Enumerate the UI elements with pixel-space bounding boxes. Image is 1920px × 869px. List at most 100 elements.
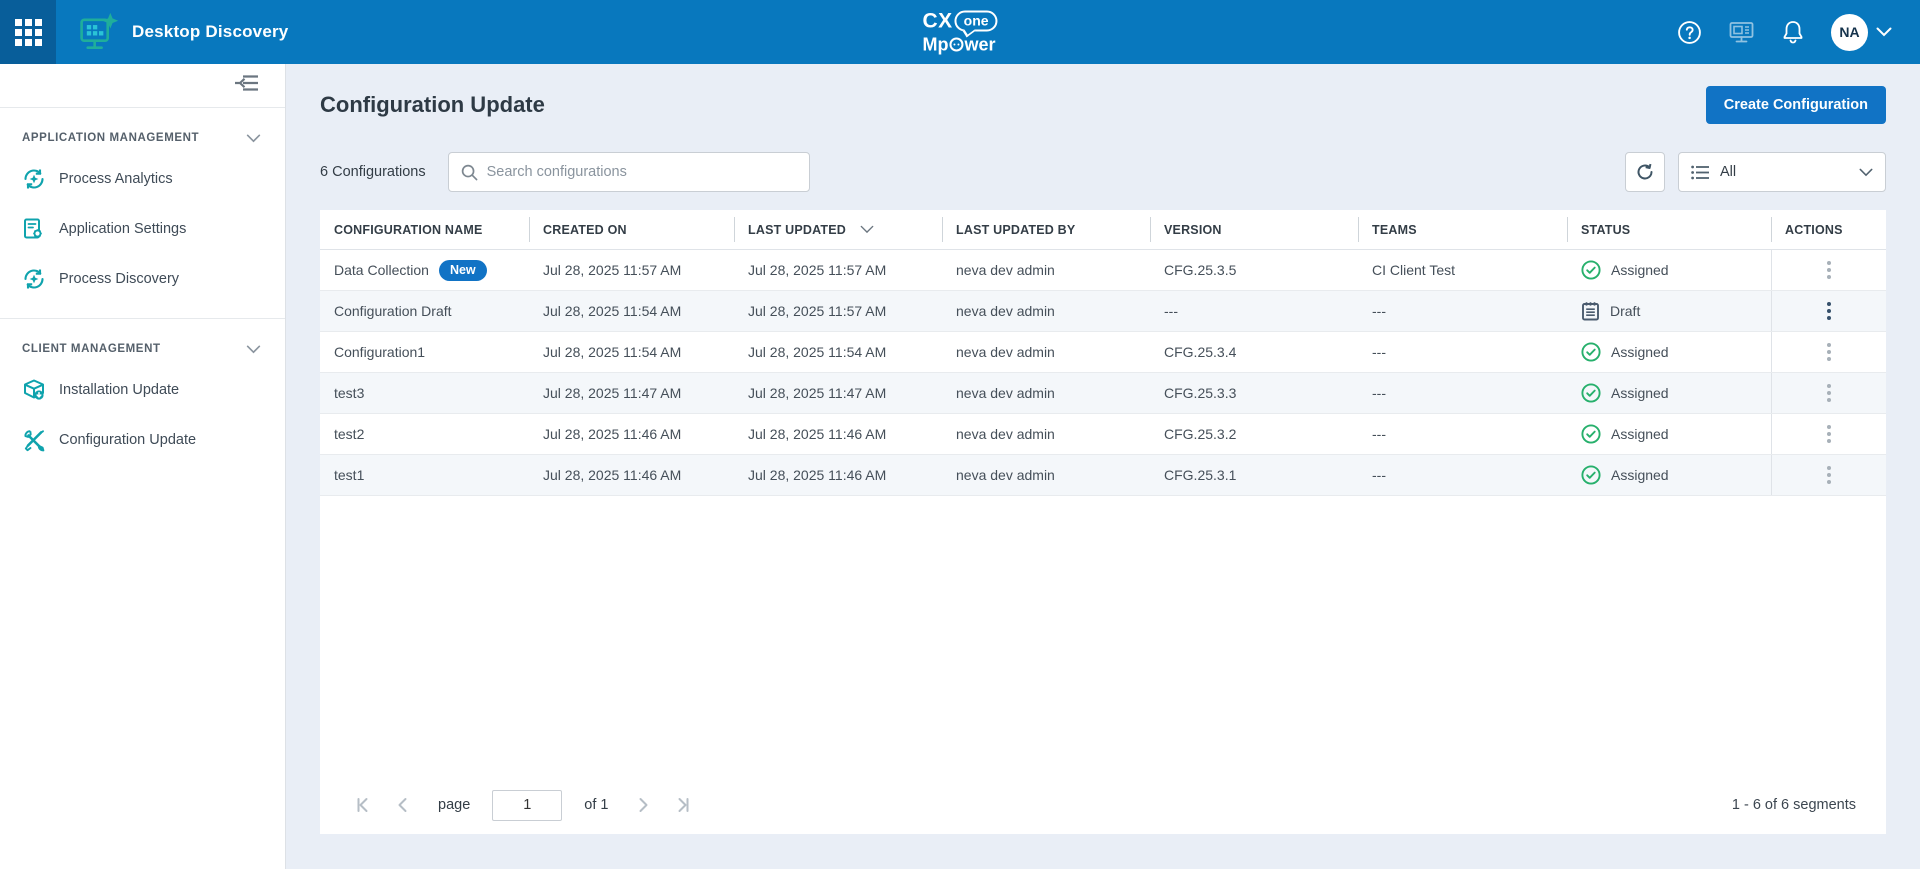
cell-teams: ---	[1358, 373, 1567, 413]
table-row[interactable]: test3 Jul 28, 2025 11:47 AM Jul 28, 2025…	[320, 373, 1886, 414]
cell-last-updated: Jul 28, 2025 11:54 AM	[734, 332, 942, 372]
sidebar-item-installation-update[interactable]: Installation Update	[0, 365, 285, 415]
page-label: page	[438, 797, 470, 813]
status-draft-icon	[1581, 301, 1600, 321]
section-label: APPLICATION MANAGEMENT	[22, 132, 199, 144]
app-launcher-button[interactable]	[0, 0, 56, 64]
section-client-management[interactable]: CLIENT MANAGEMENT	[0, 319, 285, 365]
cell-status: Assigned	[1567, 332, 1771, 372]
first-page-icon[interactable]	[350, 792, 376, 818]
row-actions-menu-icon[interactable]	[1817, 296, 1841, 326]
cell-teams: ---	[1358, 332, 1567, 372]
column-header-teams[interactable]: TEAMS	[1358, 210, 1567, 249]
table-row[interactable]: test2 Jul 28, 2025 11:46 AM Jul 28, 2025…	[320, 414, 1886, 455]
cxone-mpower-logo: CX one Mp wer	[922, 11, 997, 54]
cell-last-updated: Jul 28, 2025 11:57 AM	[734, 291, 942, 331]
main-content: Configuration Update Create Configuratio…	[286, 64, 1920, 869]
status-assigned-icon	[1581, 424, 1601, 444]
column-header-last-updated-by[interactable]: LAST UPDATED BY	[942, 210, 1150, 249]
cell-teams: ---	[1358, 414, 1567, 454]
results-range-label: 1 - 6 of 6 segments	[1732, 797, 1856, 813]
section-application-management[interactable]: APPLICATION MANAGEMENT	[0, 108, 285, 154]
row-actions-menu-icon[interactable]	[1817, 378, 1841, 408]
cell-last-updated-by: neva dev admin	[942, 414, 1150, 454]
cell-last-updated: Jul 28, 2025 11:47 AM	[734, 373, 942, 413]
column-header-version[interactable]: VERSION	[1150, 210, 1358, 249]
brand-robot-o-icon	[949, 38, 963, 52]
row-actions-menu-icon[interactable]	[1817, 255, 1841, 285]
avatar[interactable]: NA	[1831, 14, 1868, 51]
table-row[interactable]: Data Collection New Jul 28, 2025 11:57 A…	[320, 250, 1886, 291]
sidebar-item-label: Process Analytics	[59, 171, 173, 187]
waffle-icon	[15, 19, 42, 46]
app-title: Desktop Discovery	[132, 22, 288, 42]
brand-mp-text: Mp	[922, 36, 948, 54]
cell-actions	[1771, 250, 1886, 290]
create-configuration-button[interactable]: Create Configuration	[1706, 86, 1886, 124]
process-analytics-icon	[22, 167, 46, 191]
collapse-sidebar-icon[interactable]	[235, 74, 259, 97]
cell-last-updated-by: neva dev admin	[942, 250, 1150, 290]
cell-configuration-name: Data Collection New	[320, 250, 529, 290]
filter-selected-value: All	[1720, 164, 1736, 180]
row-actions-menu-icon[interactable]	[1817, 460, 1841, 490]
cell-actions	[1771, 414, 1886, 454]
sidebar-item-process-discovery[interactable]: Process Discovery	[0, 254, 285, 304]
table-row[interactable]: test1 Jul 28, 2025 11:46 AM Jul 28, 2025…	[320, 455, 1886, 496]
chevron-down-icon	[246, 345, 261, 354]
cell-last-updated-by: neva dev admin	[942, 332, 1150, 372]
filter-dropdown[interactable]: All	[1678, 152, 1886, 192]
column-header-configuration-name[interactable]: CONFIGURATION NAME	[320, 210, 529, 249]
refresh-button[interactable]	[1625, 152, 1665, 192]
column-header-status[interactable]: STATUS	[1567, 210, 1771, 249]
row-actions-menu-icon[interactable]	[1817, 419, 1841, 449]
help-icon[interactable]	[1677, 20, 1702, 45]
table-body: Data Collection New Jul 28, 2025 11:57 A…	[320, 250, 1886, 496]
cell-version: CFG.25.3.2	[1150, 414, 1358, 454]
cell-version: ---	[1150, 291, 1358, 331]
search-input[interactable]	[487, 164, 797, 180]
notifications-bell-icon[interactable]	[1781, 19, 1805, 45]
cell-configuration-name: test3	[320, 373, 529, 413]
sidebar: APPLICATION MANAGEMENT Process Analytics	[0, 64, 286, 869]
user-menu[interactable]: NA	[1831, 14, 1892, 51]
status-assigned-icon	[1581, 383, 1601, 403]
section-label: CLIENT MANAGEMENT	[22, 343, 161, 355]
installation-update-icon	[22, 378, 46, 402]
cell-actions	[1771, 455, 1886, 495]
table-row[interactable]: Configuration Draft Jul 28, 2025 11:54 A…	[320, 291, 1886, 332]
cell-status: Assigned	[1567, 373, 1771, 413]
screen-share-icon[interactable]	[1728, 19, 1755, 45]
previous-page-icon[interactable]	[390, 792, 416, 818]
column-header-label: LAST UPDATED	[748, 223, 846, 237]
search-icon	[461, 164, 478, 181]
cell-status: Assigned	[1567, 414, 1771, 454]
configurations-count: 6 Configurations	[320, 164, 426, 180]
page-of-label: of 1	[584, 797, 608, 813]
page-number-input[interactable]	[492, 790, 562, 821]
cell-actions	[1771, 291, 1886, 331]
next-page-icon[interactable]	[630, 792, 656, 818]
column-header-created-on[interactable]: CREATED ON	[529, 210, 734, 249]
column-header-last-updated[interactable]: LAST UPDATED	[734, 210, 942, 249]
status-assigned-icon	[1581, 465, 1601, 485]
row-actions-menu-icon[interactable]	[1817, 337, 1841, 367]
last-page-icon[interactable]	[670, 792, 696, 818]
sidebar-item-application-settings[interactable]: Application Settings	[0, 204, 285, 254]
brand-cx-text: CX	[922, 11, 952, 32]
search-box[interactable]	[448, 152, 810, 192]
cell-version: CFG.25.3.3	[1150, 373, 1358, 413]
table-row[interactable]: Configuration1 Jul 28, 2025 11:54 AM Jul…	[320, 332, 1886, 373]
cell-created-on: Jul 28, 2025 11:46 AM	[529, 455, 734, 495]
cell-version: CFG.25.3.5	[1150, 250, 1358, 290]
sidebar-item-process-analytics[interactable]: Process Analytics	[0, 154, 285, 204]
cell-created-on: Jul 28, 2025 11:46 AM	[529, 414, 734, 454]
chevron-down-icon	[246, 134, 261, 143]
sidebar-item-configuration-update[interactable]: Configuration Update	[0, 415, 285, 465]
sidebar-item-label: Installation Update	[59, 382, 179, 398]
cell-created-on: Jul 28, 2025 11:57 AM	[529, 250, 734, 290]
cell-last-updated: Jul 28, 2025 11:46 AM	[734, 455, 942, 495]
application-settings-icon	[22, 217, 46, 241]
page-title: Configuration Update	[320, 92, 545, 118]
chevron-down-icon	[1876, 27, 1892, 37]
